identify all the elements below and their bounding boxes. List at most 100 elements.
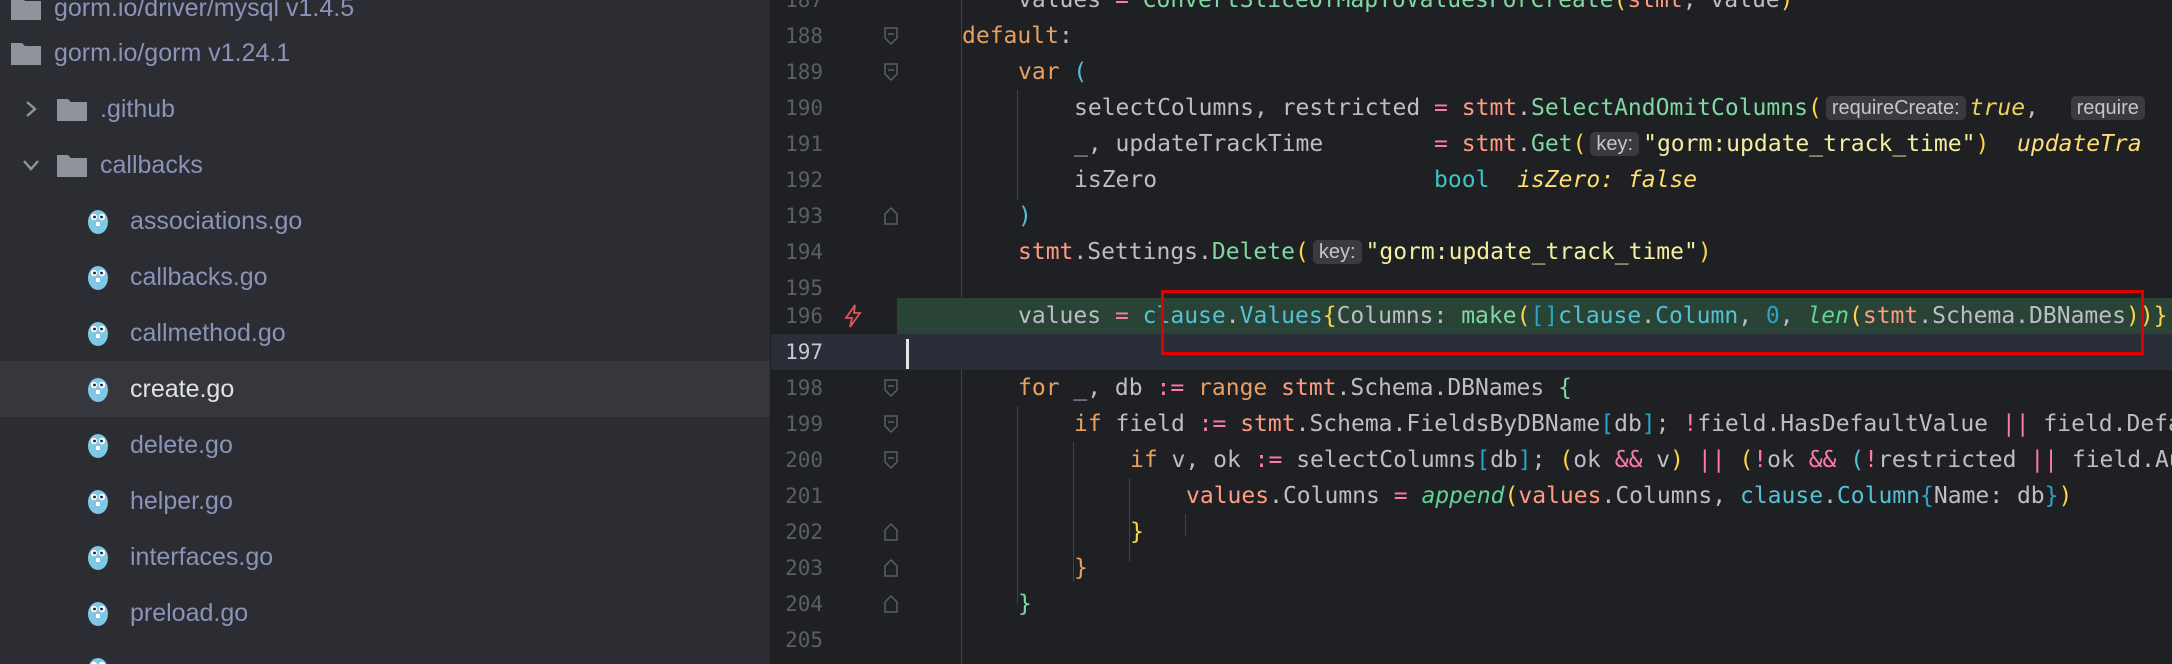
tree-item-label: gorm.io/driver/mysql v1.4.5	[54, 0, 355, 22]
code-line[interactable]: 188 default:	[771, 18, 2172, 54]
code-text: selectColumns, restricted = stmt.SelectA…	[1074, 90, 2149, 126]
code-text: )	[1018, 203, 1032, 229]
code-line[interactable]: 190 selectColumns, restricted = stmt.Sel…	[771, 90, 2172, 126]
line-number: 194	[785, 240, 823, 264]
tree-item-label: create.go	[130, 374, 235, 403]
tree-item-gorm-gorm[interactable]: gorm.io/gorm v1.24.1	[0, 25, 770, 81]
folder-icon	[10, 0, 42, 21]
tree-item-callbacks-go[interactable]: callbacks.go	[0, 249, 770, 305]
code-text: }	[1130, 519, 1144, 545]
param-hint: requireCreate:	[1825, 96, 1966, 120]
code-line[interactable]: 194 stmt.Settings.Delete(key: "gorm:updat…	[771, 234, 2172, 270]
tree-item-label: delete.go	[130, 430, 233, 459]
chevron-right-icon[interactable]	[20, 98, 42, 120]
tree-item-interfaces-go[interactable]: interfaces.go	[0, 529, 770, 585]
go-gopher-icon	[86, 655, 110, 664]
line-number: 202	[785, 520, 823, 544]
tree-item-label: callbacks	[100, 150, 203, 179]
go-gopher-icon	[86, 431, 110, 459]
fold-marker-icon[interactable]	[884, 379, 898, 398]
tree-item-create-go[interactable]: create.go	[0, 361, 770, 417]
line-number: 187	[785, 0, 823, 12]
line-number: 201	[785, 484, 823, 508]
code-text: default:	[962, 23, 1073, 49]
code-line[interactable]: 189 var (	[771, 54, 2172, 90]
folder-icon	[56, 152, 88, 178]
code-line[interactable]: 191 _, updateTrackTime = stmt.Get(key: "g…	[771, 126, 2172, 162]
param-hint: key:	[1312, 240, 1362, 264]
lightning-icon[interactable]	[843, 304, 863, 333]
line-number: 196	[785, 304, 823, 328]
code-line[interactable]: 199 if field := stmt.Schema.FieldsByDBNa…	[771, 406, 2172, 442]
fold-marker-icon[interactable]	[884, 451, 898, 470]
text-caret	[906, 339, 909, 369]
go-gopher-icon	[86, 375, 110, 403]
tree-item-github[interactable]: .github	[0, 81, 770, 137]
folder-icon	[10, 40, 42, 66]
code-text: }	[1074, 555, 1088, 581]
line-number: 190	[785, 96, 823, 120]
param-hint: require	[2070, 96, 2145, 120]
line-number: 191	[785, 132, 823, 156]
code-text: if field := stmt.Schema.FieldsByDBName[d…	[1074, 411, 2172, 437]
code-line[interactable]: 200 if v, ok := selectColumns[db]; (ok &…	[771, 442, 2172, 478]
inlay-hint: isZero: false	[1517, 167, 1698, 193]
line-number: 200	[785, 448, 823, 472]
line-number: 198	[785, 376, 823, 400]
line-number: 192	[785, 168, 823, 192]
code-line[interactable]: 187 values = ConvertSliceOfMapToValuesFo…	[771, 0, 2172, 18]
fold-end-icon[interactable]	[884, 558, 898, 577]
tree-item-label: callmethod.go	[130, 318, 286, 347]
tree-item-label: callbacks.go	[130, 262, 268, 291]
go-gopher-icon	[86, 543, 110, 571]
tree-item-label: preload.go	[130, 598, 249, 627]
line-number: 205	[785, 628, 823, 652]
tree-item-preload-go[interactable]: preload.go	[0, 585, 770, 641]
code-line[interactable]: 203 }	[771, 550, 2172, 586]
go-gopher-icon	[86, 599, 110, 627]
fold-end-icon[interactable]	[884, 206, 898, 225]
tree-item-callmethod-go[interactable]: callmethod.go	[0, 305, 770, 361]
tree-item-label: helper.go	[130, 486, 233, 515]
go-gopher-icon	[86, 207, 110, 235]
code-text: for _, db := range stmt.Schema.DBNames {	[1018, 375, 1572, 401]
tree-item-helper-go[interactable]: helper.go	[0, 473, 770, 529]
inlay-hint: updateTra	[2017, 131, 2142, 157]
code-line[interactable]: 204 }	[771, 586, 2172, 622]
line-number: 203	[785, 556, 823, 580]
highlight-box	[1161, 290, 2144, 355]
tree-item-cut-off[interactable]	[0, 641, 770, 664]
go-gopher-icon	[86, 263, 110, 291]
fold-marker-icon[interactable]	[884, 27, 898, 46]
code-line[interactable]: 205	[771, 622, 2172, 658]
tree-item-associations-go[interactable]: associations.go	[0, 193, 770, 249]
fold-marker-icon[interactable]	[884, 63, 898, 82]
chevron-down-icon[interactable]	[20, 154, 42, 176]
line-number: 193	[785, 204, 823, 228]
go-gopher-icon	[86, 319, 110, 347]
tree-item-label: interfaces.go	[130, 542, 274, 571]
code-text: }	[1018, 591, 1032, 617]
code-text: _, updateTrackTime = stmt.Get(key: "gorm:…	[1074, 131, 2142, 157]
line-number: 189	[785, 60, 823, 84]
tree-item-label: associations.go	[130, 206, 303, 235]
project-tree: gorm.io/driver/mysql v1.4.5 gorm.io/gorm…	[0, 0, 771, 664]
tree-item-delete-go[interactable]: delete.go	[0, 417, 770, 473]
code-text: isZero bool isZero: false	[1074, 167, 1698, 193]
line-number: 197	[785, 340, 823, 364]
fold-end-icon[interactable]	[884, 594, 898, 613]
tree-item-callbacks[interactable]: callbacks	[0, 137, 770, 193]
code-line[interactable]: 192 isZero bool isZero: false	[771, 162, 2172, 198]
code-text: stmt.Settings.Delete(key: "gorm:update_tr…	[1018, 239, 1712, 265]
code-text: var (	[1018, 59, 1088, 85]
fold-marker-icon[interactable]	[884, 415, 898, 434]
go-gopher-icon	[86, 487, 110, 515]
tree-item-label: gorm.io/gorm v1.24.1	[54, 38, 291, 67]
line-number: 204	[785, 592, 823, 616]
fold-end-icon[interactable]	[884, 522, 898, 541]
tree-item-label: .github	[100, 94, 176, 123]
code-line[interactable]: 202 }	[771, 514, 2172, 550]
code-line[interactable]: 201 values.Columns = append(values.Colum…	[771, 478, 2172, 514]
code-line[interactable]: 198 for _, db := range stmt.Schema.DBNam…	[771, 370, 2172, 406]
code-line[interactable]: 193 )	[771, 198, 2172, 234]
